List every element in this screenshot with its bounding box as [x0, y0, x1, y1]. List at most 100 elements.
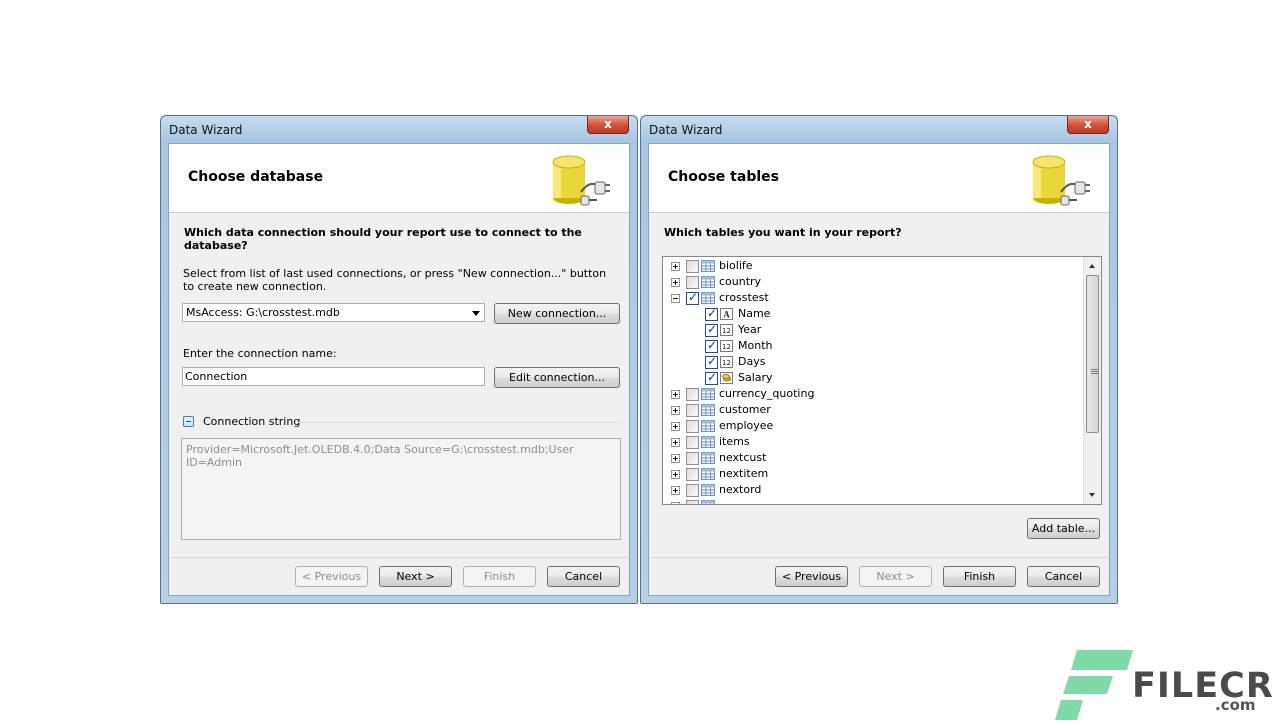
add-table-button[interactable]: Add table... [1027, 518, 1100, 539]
checkbox[interactable] [686, 420, 699, 433]
tables-tree[interactable]: biolife country crosstest A Name 12 Year 12 Mont… [662, 256, 1102, 505]
expand-icon[interactable] [671, 486, 680, 495]
expand-icon[interactable] [671, 454, 680, 463]
tree-item-label: nextord [719, 483, 762, 496]
currency-field-icon [720, 372, 734, 384]
tree-row-table[interactable]: nextord [663, 482, 1083, 498]
cancel-button[interactable]: Cancel [547, 566, 620, 587]
edit-connection-button[interactable]: Edit connection... [494, 367, 620, 388]
wizard-header: Choose database [169, 144, 629, 213]
tree-row-table[interactable]: employee [663, 418, 1083, 434]
expand-icon[interactable] [671, 390, 680, 399]
table-icon [701, 484, 715, 496]
expand-icon[interactable] [671, 438, 680, 447]
number-field-icon: 12 [720, 356, 734, 368]
connection-string-label: Connection string [203, 415, 301, 428]
tree-row-table[interactable]: crosstest [663, 290, 1083, 306]
table-icon [701, 260, 715, 272]
connection-string-field[interactable]: Provider=Microsoft.Jet.OLEDB.4.0;Data So… [181, 438, 621, 540]
tree-item-label: nextcust [719, 451, 767, 464]
scroll-down-icon[interactable] [1089, 493, 1095, 497]
instructions-text: Select from list of last used connection… [183, 267, 607, 293]
checkbox[interactable] [686, 260, 699, 273]
close-button[interactable]: x [587, 116, 629, 134]
table-icon [701, 388, 715, 400]
watermark-suffix: .com [1215, 696, 1256, 714]
expand-icon[interactable] [671, 262, 680, 271]
tree-item-label: Year [738, 323, 762, 336]
cancel-button[interactable]: Cancel [1027, 566, 1100, 587]
checkbox[interactable] [686, 276, 699, 289]
expand-icon[interactable] [671, 470, 680, 479]
tree-row-field[interactable]: A Name [663, 306, 1083, 322]
tree-row-table[interactable]: biolife [663, 258, 1083, 274]
connection-select[interactable]: MsAccess: G:\crosstest.mdb [182, 303, 485, 322]
title-bar[interactable]: Data Wizard x [161, 116, 637, 142]
tree-row-field[interactable]: 12 Days [663, 354, 1083, 370]
finish-button[interactable]: Finish [463, 566, 536, 587]
connection-name-field[interactable]: Connection [182, 367, 485, 386]
tree-row-table[interactable]: customer [663, 402, 1083, 418]
previous-button[interactable]: < Previous [295, 566, 368, 587]
checkbox[interactable] [686, 436, 699, 449]
database-plug-icon [1032, 155, 1090, 206]
checkbox[interactable] [705, 354, 718, 369]
checkbox[interactable] [705, 338, 718, 353]
expand-icon[interactable] [671, 502, 680, 504]
checkbox[interactable] [705, 306, 718, 321]
data-wizard-dialog-database: Data Wizard x Choose database Which data… [160, 115, 638, 604]
checkbox[interactable] [686, 452, 699, 465]
checkbox[interactable] [686, 484, 699, 497]
tree-row-field[interactable]: Salary [663, 370, 1083, 386]
checkbox[interactable] [705, 370, 718, 385]
number-field-icon: 12 [720, 340, 734, 352]
text-field-icon: A [720, 308, 734, 320]
expand-icon[interactable] [671, 406, 680, 415]
finish-button[interactable]: Finish [943, 566, 1016, 587]
vertical-scrollbar[interactable] [1083, 257, 1101, 504]
tree-row-table[interactable]: items [663, 434, 1083, 450]
title-bar[interactable]: Data Wizard x [641, 116, 1117, 142]
tree-row-table[interactable]: nextitem [663, 466, 1083, 482]
next-button[interactable]: Next > [379, 566, 452, 587]
connection-select-value: MsAccess: G:\crosstest.mdb [186, 306, 340, 319]
tree-row-field[interactable]: 12 Month [663, 338, 1083, 354]
tree-item-label: nextitem [719, 467, 769, 480]
previous-button[interactable]: < Previous [775, 566, 848, 587]
tree-item-label: Days [738, 355, 766, 368]
checkbox[interactable] [686, 404, 699, 417]
expand-icon[interactable] [671, 278, 680, 287]
grip-icon [1091, 369, 1098, 375]
svg-text:A: A [723, 310, 730, 320]
checkbox[interactable] [686, 388, 699, 401]
connection-name-label: Enter the connection name: [183, 347, 337, 360]
svg-text:12: 12 [722, 359, 731, 367]
scroll-up-icon[interactable] [1089, 264, 1095, 268]
checkbox[interactable] [686, 468, 699, 481]
tree-row-table[interactable]: country [663, 274, 1083, 290]
tree-row-field[interactable]: 12 Year [663, 322, 1083, 338]
svg-text:12: 12 [722, 327, 731, 335]
scroll-thumb[interactable] [1086, 275, 1099, 433]
checkbox[interactable] [686, 500, 699, 504]
close-button[interactable]: x [1067, 116, 1109, 134]
connection-string-value: Provider=Microsoft.Jet.OLEDB.4.0;Data So… [186, 443, 574, 469]
expand-icon[interactable] [671, 422, 680, 431]
new-connection-button[interactable]: New connection... [494, 303, 620, 324]
table-icon [701, 436, 715, 448]
filecr-watermark: FILECR .com [1055, 648, 1273, 720]
checkbox[interactable] [686, 290, 699, 305]
collapse-icon[interactable] [671, 294, 680, 303]
tree-row-table[interactable]: currency_quoting [663, 386, 1083, 402]
tree-row-table[interactable]: nextcust [663, 450, 1083, 466]
tree-row-table[interactable] [663, 498, 1083, 504]
connection-name-value: Connection [185, 370, 248, 383]
next-button[interactable]: Next > [859, 566, 932, 587]
question-text: Which tables you want in your report? [664, 226, 902, 239]
tree-item-label: items [719, 435, 750, 448]
page-title: Choose tables [668, 169, 779, 185]
chevron-down-icon[interactable] [472, 311, 480, 316]
collapse-icon[interactable] [183, 416, 194, 427]
checkbox[interactable] [705, 322, 718, 337]
svg-text:12: 12 [722, 343, 731, 351]
